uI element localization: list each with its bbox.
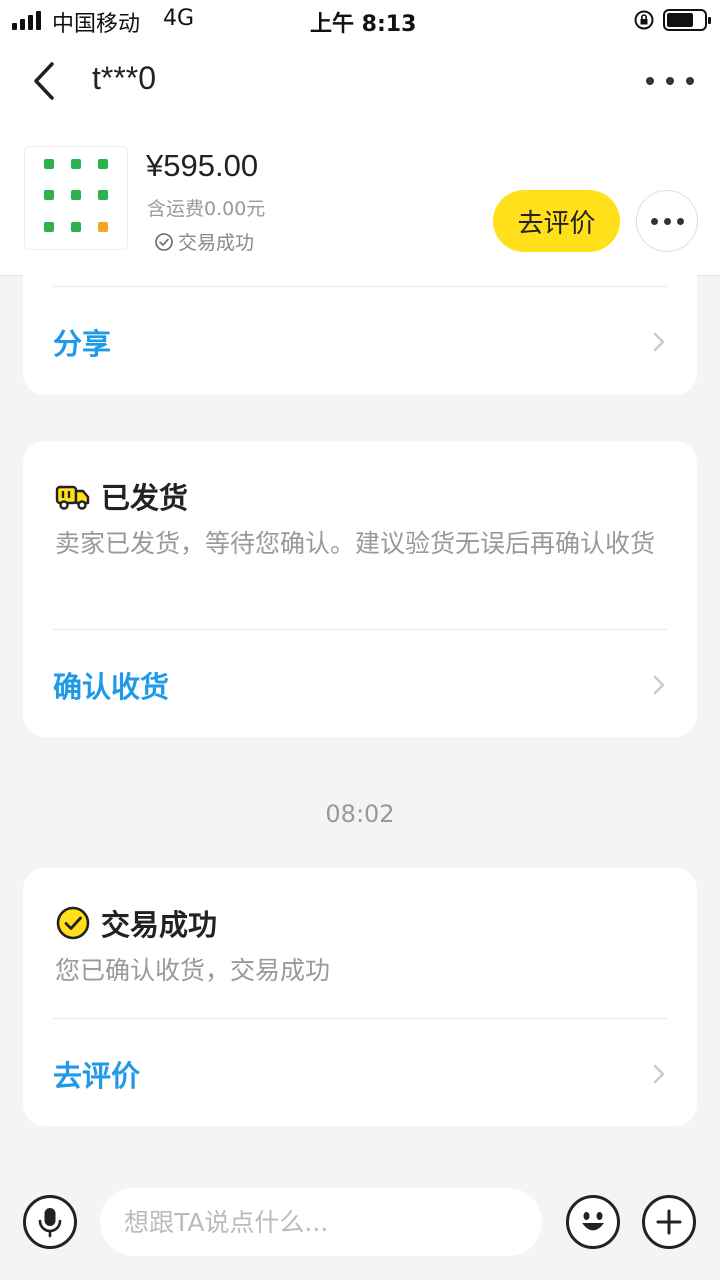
chevron-left-icon bbox=[34, 62, 54, 100]
order-price: ¥595.00 bbox=[146, 148, 259, 183]
share-action[interactable]: 分享 bbox=[53, 322, 667, 362]
more-horizontal-icon bbox=[650, 217, 658, 225]
network-label: 4G bbox=[163, 6, 195, 31]
nav-bar: t***0 bbox=[0, 40, 720, 130]
check-circle-icon bbox=[56, 906, 90, 940]
signal-icon bbox=[12, 10, 41, 30]
go-review-action[interactable]: 去评价 bbox=[53, 1054, 667, 1094]
chevron-right-icon bbox=[653, 1064, 665, 1084]
message-input[interactable] bbox=[100, 1188, 542, 1256]
delivery-truck-icon bbox=[55, 485, 90, 510]
share-label: 分享 bbox=[53, 327, 112, 361]
battery-icon bbox=[663, 9, 711, 31]
share-card: 分享 bbox=[23, 266, 697, 395]
divider bbox=[53, 286, 667, 287]
microphone-icon bbox=[38, 1208, 62, 1238]
chat-title: t***0 bbox=[92, 60, 157, 96]
confirm-receipt-label: 确认收货 bbox=[53, 670, 170, 704]
message-timestamp: 08:02 bbox=[325, 800, 395, 828]
plus-icon bbox=[656, 1209, 682, 1235]
product-thumbnail[interactable] bbox=[24, 146, 128, 250]
status-bar: 中国移动 4G 上午 8:13 bbox=[0, 0, 720, 40]
status-time: 上午 8:13 bbox=[310, 12, 417, 37]
order-status-label: 交易成功 bbox=[178, 232, 255, 254]
shipping-fee: 含运费0.00元 bbox=[147, 198, 266, 220]
check-circle-icon bbox=[155, 232, 173, 251]
rotation-lock-icon bbox=[633, 9, 655, 37]
back-button[interactable] bbox=[28, 58, 68, 104]
divider bbox=[53, 1018, 667, 1019]
chevron-right-icon bbox=[653, 332, 665, 352]
emoji-button[interactable] bbox=[566, 1195, 620, 1249]
chevron-right-icon bbox=[653, 675, 665, 695]
review-button[interactable]: 去评价 bbox=[493, 190, 620, 252]
order-summary: ¥595.00 含运费0.00元 交易成功 去评价 bbox=[0, 130, 720, 276]
success-title: 交易成功 bbox=[101, 908, 218, 942]
more-horizontal-icon bbox=[646, 77, 654, 85]
divider bbox=[53, 629, 667, 630]
smiley-icon bbox=[582, 1212, 604, 1231]
shipped-title: 已发货 bbox=[101, 481, 189, 515]
add-attachment-button[interactable] bbox=[642, 1195, 696, 1249]
success-heading: 交易成功 bbox=[55, 902, 217, 944]
more-options-button[interactable] bbox=[646, 64, 694, 98]
shipped-card: 已发货 卖家已发货，等待您确认。建议验货无误后再确认收货 确认收货 bbox=[23, 441, 697, 737]
shipped-heading: 已发货 bbox=[55, 475, 188, 517]
transaction-success-card: 交易成功 您已确认收货，交易成功 去评价 bbox=[23, 868, 697, 1126]
success-description: 您已确认收货，交易成功 bbox=[55, 956, 331, 985]
order-more-button[interactable] bbox=[636, 190, 698, 252]
order-status: 交易成功 bbox=[154, 228, 254, 255]
message-input-bar bbox=[0, 1160, 720, 1280]
confirm-receipt-action[interactable]: 确认收货 bbox=[53, 665, 667, 705]
go-review-label: 去评价 bbox=[53, 1059, 141, 1093]
voice-button[interactable] bbox=[23, 1195, 77, 1249]
shipped-description: 卖家已发货，等待您确认。建议验货无误后再确认收货 bbox=[55, 529, 656, 558]
carrier-label: 中国移动 bbox=[52, 12, 141, 37]
